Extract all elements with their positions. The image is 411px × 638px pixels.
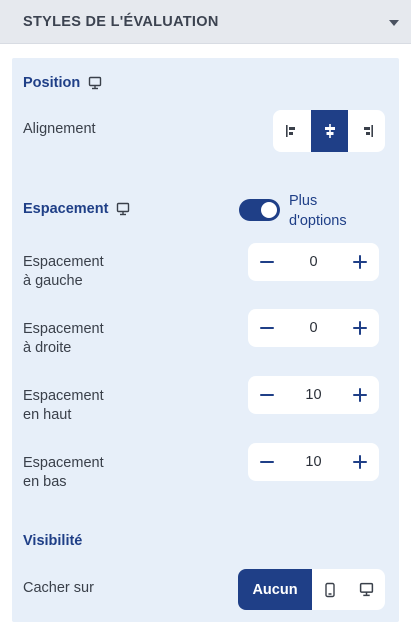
spacing-right-stepper: 0 — [248, 309, 379, 347]
spacing-section-title: Espacement — [23, 201, 130, 217]
section-header-title: STYLES DE L'ÉVALUATION — [23, 13, 219, 30]
visibility-button-group: Aucun — [238, 569, 385, 610]
minus-icon — [260, 261, 274, 263]
visibility-none-label: Aucun — [252, 581, 298, 598]
alignment-button-group — [273, 110, 385, 152]
spacing-left-label-line1: Espacement — [23, 254, 104, 270]
visibility-title-text: Visibilité — [23, 533, 83, 549]
minus-icon — [260, 461, 274, 463]
spacing-right-value[interactable]: 0 — [299, 320, 329, 336]
alignment-label: Alignement — [23, 121, 96, 137]
section-header[interactable]: STYLES DE L'ÉVALUATION — [0, 0, 411, 44]
monitor-icon[interactable] — [116, 202, 130, 216]
position-section-title: Position — [23, 75, 102, 91]
visibility-none-button[interactable]: Aucun — [238, 569, 312, 610]
spacing-right-label: Espacement à droite — [23, 320, 104, 358]
spacing-top-label: Espacement en haut — [23, 387, 104, 425]
chevron-down-icon[interactable] — [389, 19, 399, 26]
hide-on-label: Cacher sur — [23, 580, 94, 596]
toggle-knob — [261, 202, 277, 218]
spacing-top-value[interactable]: 10 — [299, 387, 329, 403]
spacing-bottom-value[interactable]: 10 — [299, 454, 329, 470]
spacing-left-label-line2: à gauche — [23, 273, 83, 289]
plus-icon-vertical — [359, 388, 361, 402]
decrement-button[interactable] — [258, 453, 276, 471]
monitor-icon[interactable] — [88, 76, 102, 90]
plus-icon-vertical — [359, 255, 361, 269]
decrement-button[interactable] — [258, 253, 276, 271]
minus-icon — [260, 327, 274, 329]
spacing-title-text: Espacement — [23, 201, 109, 217]
spacing-left-label: Espacement à gauche — [23, 253, 104, 291]
increment-button[interactable] — [351, 253, 369, 271]
more-options-label-line1: Plus — [289, 193, 318, 209]
more-options-toggle[interactable] — [239, 199, 280, 221]
increment-button[interactable] — [351, 319, 369, 337]
decrement-button[interactable] — [258, 386, 276, 404]
spacing-bottom-label-line1: Espacement — [23, 455, 104, 471]
decrement-button[interactable] — [258, 319, 276, 337]
spacing-right-label-line1: Espacement — [23, 321, 104, 337]
spacing-left-value[interactable]: 0 — [299, 254, 329, 270]
align-right-icon — [363, 125, 373, 137]
align-center-icon — [324, 124, 335, 138]
spacing-left-stepper: 0 — [248, 243, 379, 281]
spacing-bottom-stepper: 10 — [248, 443, 379, 481]
spacing-bottom-label: Espacement en bas — [23, 454, 104, 492]
plus-icon-vertical — [359, 321, 361, 335]
visibility-section-title: Visibilité — [23, 533, 82, 549]
spacing-top-label-line1: Espacement — [23, 388, 104, 404]
minus-icon — [260, 394, 274, 396]
increment-button[interactable] — [351, 386, 369, 404]
visibility-mobile-button[interactable] — [312, 569, 348, 610]
increment-button[interactable] — [351, 453, 369, 471]
align-center-button[interactable] — [311, 110, 348, 152]
mobile-icon — [325, 582, 335, 597]
spacing-top-stepper: 10 — [248, 376, 379, 414]
spacing-right-label-line2: à droite — [23, 340, 72, 356]
visibility-desktop-button[interactable] — [348, 569, 385, 610]
position-title-text: Position — [23, 75, 81, 91]
align-left-icon — [286, 125, 295, 137]
align-right-button[interactable] — [348, 110, 385, 152]
more-options-label-line2: d'options — [289, 213, 347, 229]
plus-icon-vertical — [359, 455, 361, 469]
spacing-bottom-label-line2: en bas — [23, 474, 67, 490]
more-options-label[interactable]: Plus d'options — [289, 191, 347, 231]
monitor-icon — [359, 582, 374, 597]
spacing-top-label-line2: en haut — [23, 407, 72, 423]
align-left-button[interactable] — [273, 110, 311, 152]
